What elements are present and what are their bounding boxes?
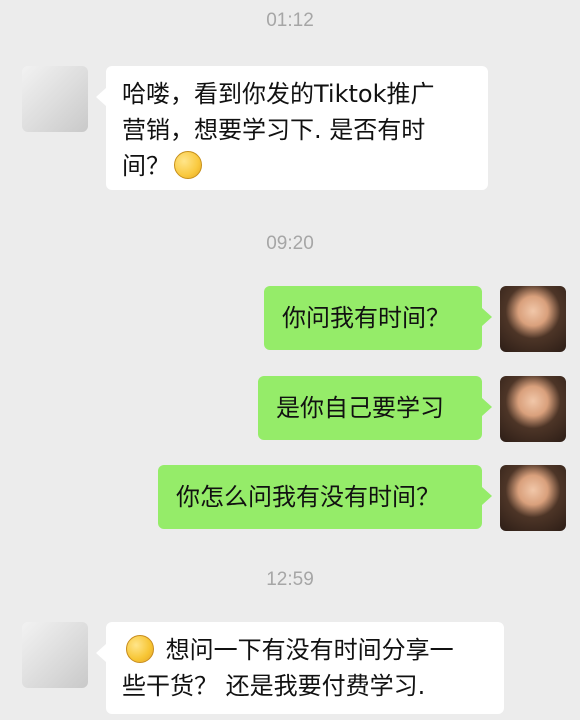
message-text: 哈喽，看到你发的Tiktok推广 营销，想要学习下. 是否有时 间？ — [122, 80, 435, 180]
message-bubble-sent[interactable]: 你问我有时间？ — [264, 286, 492, 350]
message-text: 想问一下有没有时间分享一 些干货？ 还是我要付费学习. — [122, 636, 454, 700]
message-text: 你问我有时间？ — [282, 304, 450, 332]
tears-of-joy-icon — [126, 635, 154, 663]
user-avatar[interactable] — [500, 376, 566, 442]
message-bubble-received[interactable]: 哈喽，看到你发的Tiktok推广 营销，想要学习下. 是否有时 间？ — [96, 66, 488, 190]
message-text: 你怎么问我有没有时间？ — [176, 483, 440, 511]
timestamp: 12:59 — [266, 569, 314, 590]
message-text: 是你自己要学习 — [276, 394, 444, 422]
grinning-face-icon — [174, 151, 202, 179]
timestamp: 09:20 — [266, 233, 314, 254]
message-bubble-received[interactable]: 想问一下有没有时间分享一 些干货？ 还是我要付费学习. — [96, 622, 504, 714]
timestamp: 01:12 — [266, 10, 314, 31]
user-avatar[interactable] — [500, 465, 566, 531]
contact-avatar[interactable] — [22, 622, 88, 688]
contact-avatar[interactable] — [22, 66, 88, 132]
user-avatar[interactable] — [500, 286, 566, 352]
message-bubble-sent[interactable]: 是你自己要学习 — [258, 376, 492, 440]
message-bubble-sent[interactable]: 你怎么问我有没有时间？ — [158, 465, 492, 529]
